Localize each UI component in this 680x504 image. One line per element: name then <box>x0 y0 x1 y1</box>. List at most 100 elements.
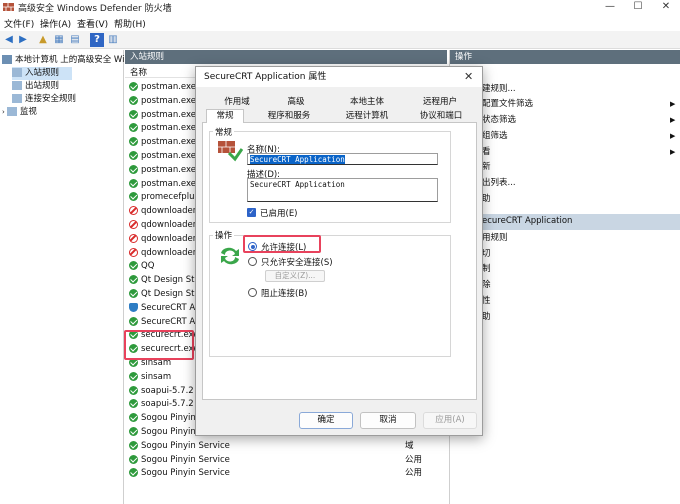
action-group <box>209 235 451 357</box>
rule-name: postman.exe <box>141 95 197 106</box>
action-item[interactable]: 状态筛选 <box>455 113 680 129</box>
menu-help[interactable]: 帮助(H) <box>114 17 146 30</box>
allow-rule-icon <box>129 192 138 202</box>
allow-rule-icon <box>129 468 138 478</box>
highlight-securecrt-rows <box>124 330 194 360</box>
ok-button[interactable]: 确定 <box>299 412 353 429</box>
general-group-label: 常规 <box>213 126 235 138</box>
tree-item-label: 连接安全规则 <box>25 94 77 104</box>
submenu-arrow-icon: ▶ <box>670 116 676 125</box>
action-item[interactable]: 切 <box>455 247 680 263</box>
dialog-title: SecureCRT Application 属性 <box>196 67 482 87</box>
export-list-icon[interactable]: ▤ <box>68 33 82 47</box>
rule-profile: 公用 <box>405 468 423 479</box>
tab-general[interactable]: 常规 <box>206 109 244 123</box>
tree-item-monitor[interactable]: › 监视 <box>2 106 112 119</box>
allow-rule-icon <box>129 275 138 285</box>
rule-name: postman.exe <box>141 109 197 120</box>
action-item[interactable]: 看 <box>455 145 680 161</box>
action-item[interactable]: 助 <box>455 310 680 326</box>
column-header-name[interactable]: 名称 <box>130 66 147 78</box>
customize-button[interactable]: 自定义(Z)... <box>265 270 325 282</box>
cancel-button[interactable]: 取消 <box>360 412 416 429</box>
properties-icon[interactable]: ▥ <box>106 33 120 47</box>
expand-chevron-icon[interactable]: › <box>2 108 5 116</box>
allow-secure-radio[interactable] <box>248 257 257 266</box>
tree-item-outbound[interactable]: 出站规则 <box>12 80 112 93</box>
rule-name: postman.exe <box>141 137 197 148</box>
rule-name: postman.exe <box>141 178 197 189</box>
block-rule-icon <box>129 220 138 229</box>
action-item[interactable]: 配置文件筛选 <box>455 97 680 113</box>
back-arrow-icon[interactable]: ◀ <box>2 33 16 47</box>
shield-rule-icon <box>129 302 138 312</box>
firewall-app-icon <box>3 3 14 11</box>
allow-rule-icon <box>129 454 138 464</box>
action-item[interactable]: 性 <box>455 294 680 310</box>
description-field[interactable]: SecureCRT Application <box>247 178 438 202</box>
help-icon[interactable]: ? <box>90 33 104 47</box>
menu-action[interactable]: 操作(A) <box>40 17 71 30</box>
close-button[interactable]: ✕ <box>652 0 680 13</box>
rule-name: promecefplugi <box>141 192 203 203</box>
allow-rule-icon <box>129 123 138 133</box>
menu-bar: 文件(F) 操作(A) 查看(V) 帮助(H) <box>0 14 680 31</box>
outbound-rules-icon <box>12 81 22 90</box>
rule-name: QQ <box>141 261 155 272</box>
rule-name: Sogou Pinyin Service <box>141 454 230 465</box>
monitor-icon <box>6 107 17 116</box>
table-row[interactable]: Sogou Pinyin Service 公用 <box>125 467 447 481</box>
action-item[interactable]: 新 <box>455 160 680 176</box>
allow-rule-icon <box>129 385 138 395</box>
table-row[interactable]: Sogou Pinyin Service 域 <box>125 440 447 454</box>
allow-rule-icon <box>129 95 138 105</box>
allow-secure-label: 只允许安全连接(S) <box>261 258 333 268</box>
allow-rule-icon <box>129 82 138 91</box>
minimize-button[interactable]: — <box>596 0 624 13</box>
action-item[interactable]: 出列表... <box>455 176 680 192</box>
action-item[interactable]: 制 <box>455 262 680 278</box>
action-group-label: 操作 <box>213 229 235 241</box>
allow-rule-icon <box>129 137 138 147</box>
action-item[interactable]: 除 <box>455 278 680 294</box>
dialog-close-icon[interactable]: ✕ <box>464 70 473 83</box>
allow-rule-icon <box>129 440 138 450</box>
block-label: 阻止连接(B) <box>261 289 308 299</box>
inbound-rules-icon <box>12 68 22 77</box>
tab-advanced[interactable]: 高级 <box>276 96 316 109</box>
action-item[interactable]: 助 <box>455 192 680 208</box>
menu-file[interactable]: 文件(F) <box>4 17 34 30</box>
block-rule-icon <box>129 233 138 243</box>
forward-arrow-icon[interactable]: ▶ <box>16 33 30 47</box>
table-row[interactable]: Sogou Pinyin Service 公用 <box>125 454 447 468</box>
enabled-checkbox[interactable]: ✓ <box>247 208 256 217</box>
action-item[interactable]: 用规则 <box>455 231 680 247</box>
maximize-button[interactable]: ☐ <box>624 0 652 13</box>
tab-local-principals[interactable]: 本地主体 <box>341 96 393 109</box>
action-item[interactable] <box>455 66 680 82</box>
rule-name: postman.exe <box>141 123 197 134</box>
allow-rule-icon <box>129 151 138 160</box>
tab-scope[interactable]: 作用域 <box>214 96 260 109</box>
tree-item-inbound[interactable]: 入站规则 <box>12 67 72 80</box>
rule-name: sinsam <box>141 371 172 382</box>
action-item[interactable]: 建规则... <box>455 82 680 98</box>
name-field[interactable]: SecureCRT Application <box>247 153 438 165</box>
action-item[interactable]: 组筛选 <box>455 129 680 145</box>
description-field-value: SecureCRT Application <box>250 180 345 189</box>
tab-remote-users[interactable]: 远程用户 <box>414 96 466 109</box>
up-folder-icon[interactable]: ▲ <box>36 33 50 47</box>
tree-item-connection-security[interactable]: 连接安全规则 <box>12 93 122 106</box>
allow-rule-icon <box>129 261 138 271</box>
connection-security-icon <box>12 94 22 103</box>
general-group <box>209 131 451 223</box>
menu-view[interactable]: 查看(V) <box>77 17 108 30</box>
show-tree-icon[interactable]: ▦ <box>52 33 66 47</box>
block-radio[interactable] <box>248 288 257 297</box>
submenu-arrow-icon: ▶ <box>670 131 676 140</box>
actions-section-header: ecureCRT Application <box>450 214 680 230</box>
allow-rule-icon <box>129 427 138 436</box>
block-rule-icon <box>129 247 138 257</box>
apply-button[interactable]: 应用(A) <box>423 412 477 429</box>
tree-root[interactable]: 本地计算机 上的高级安全 Windows Defender 防火墙 <box>2 54 124 67</box>
